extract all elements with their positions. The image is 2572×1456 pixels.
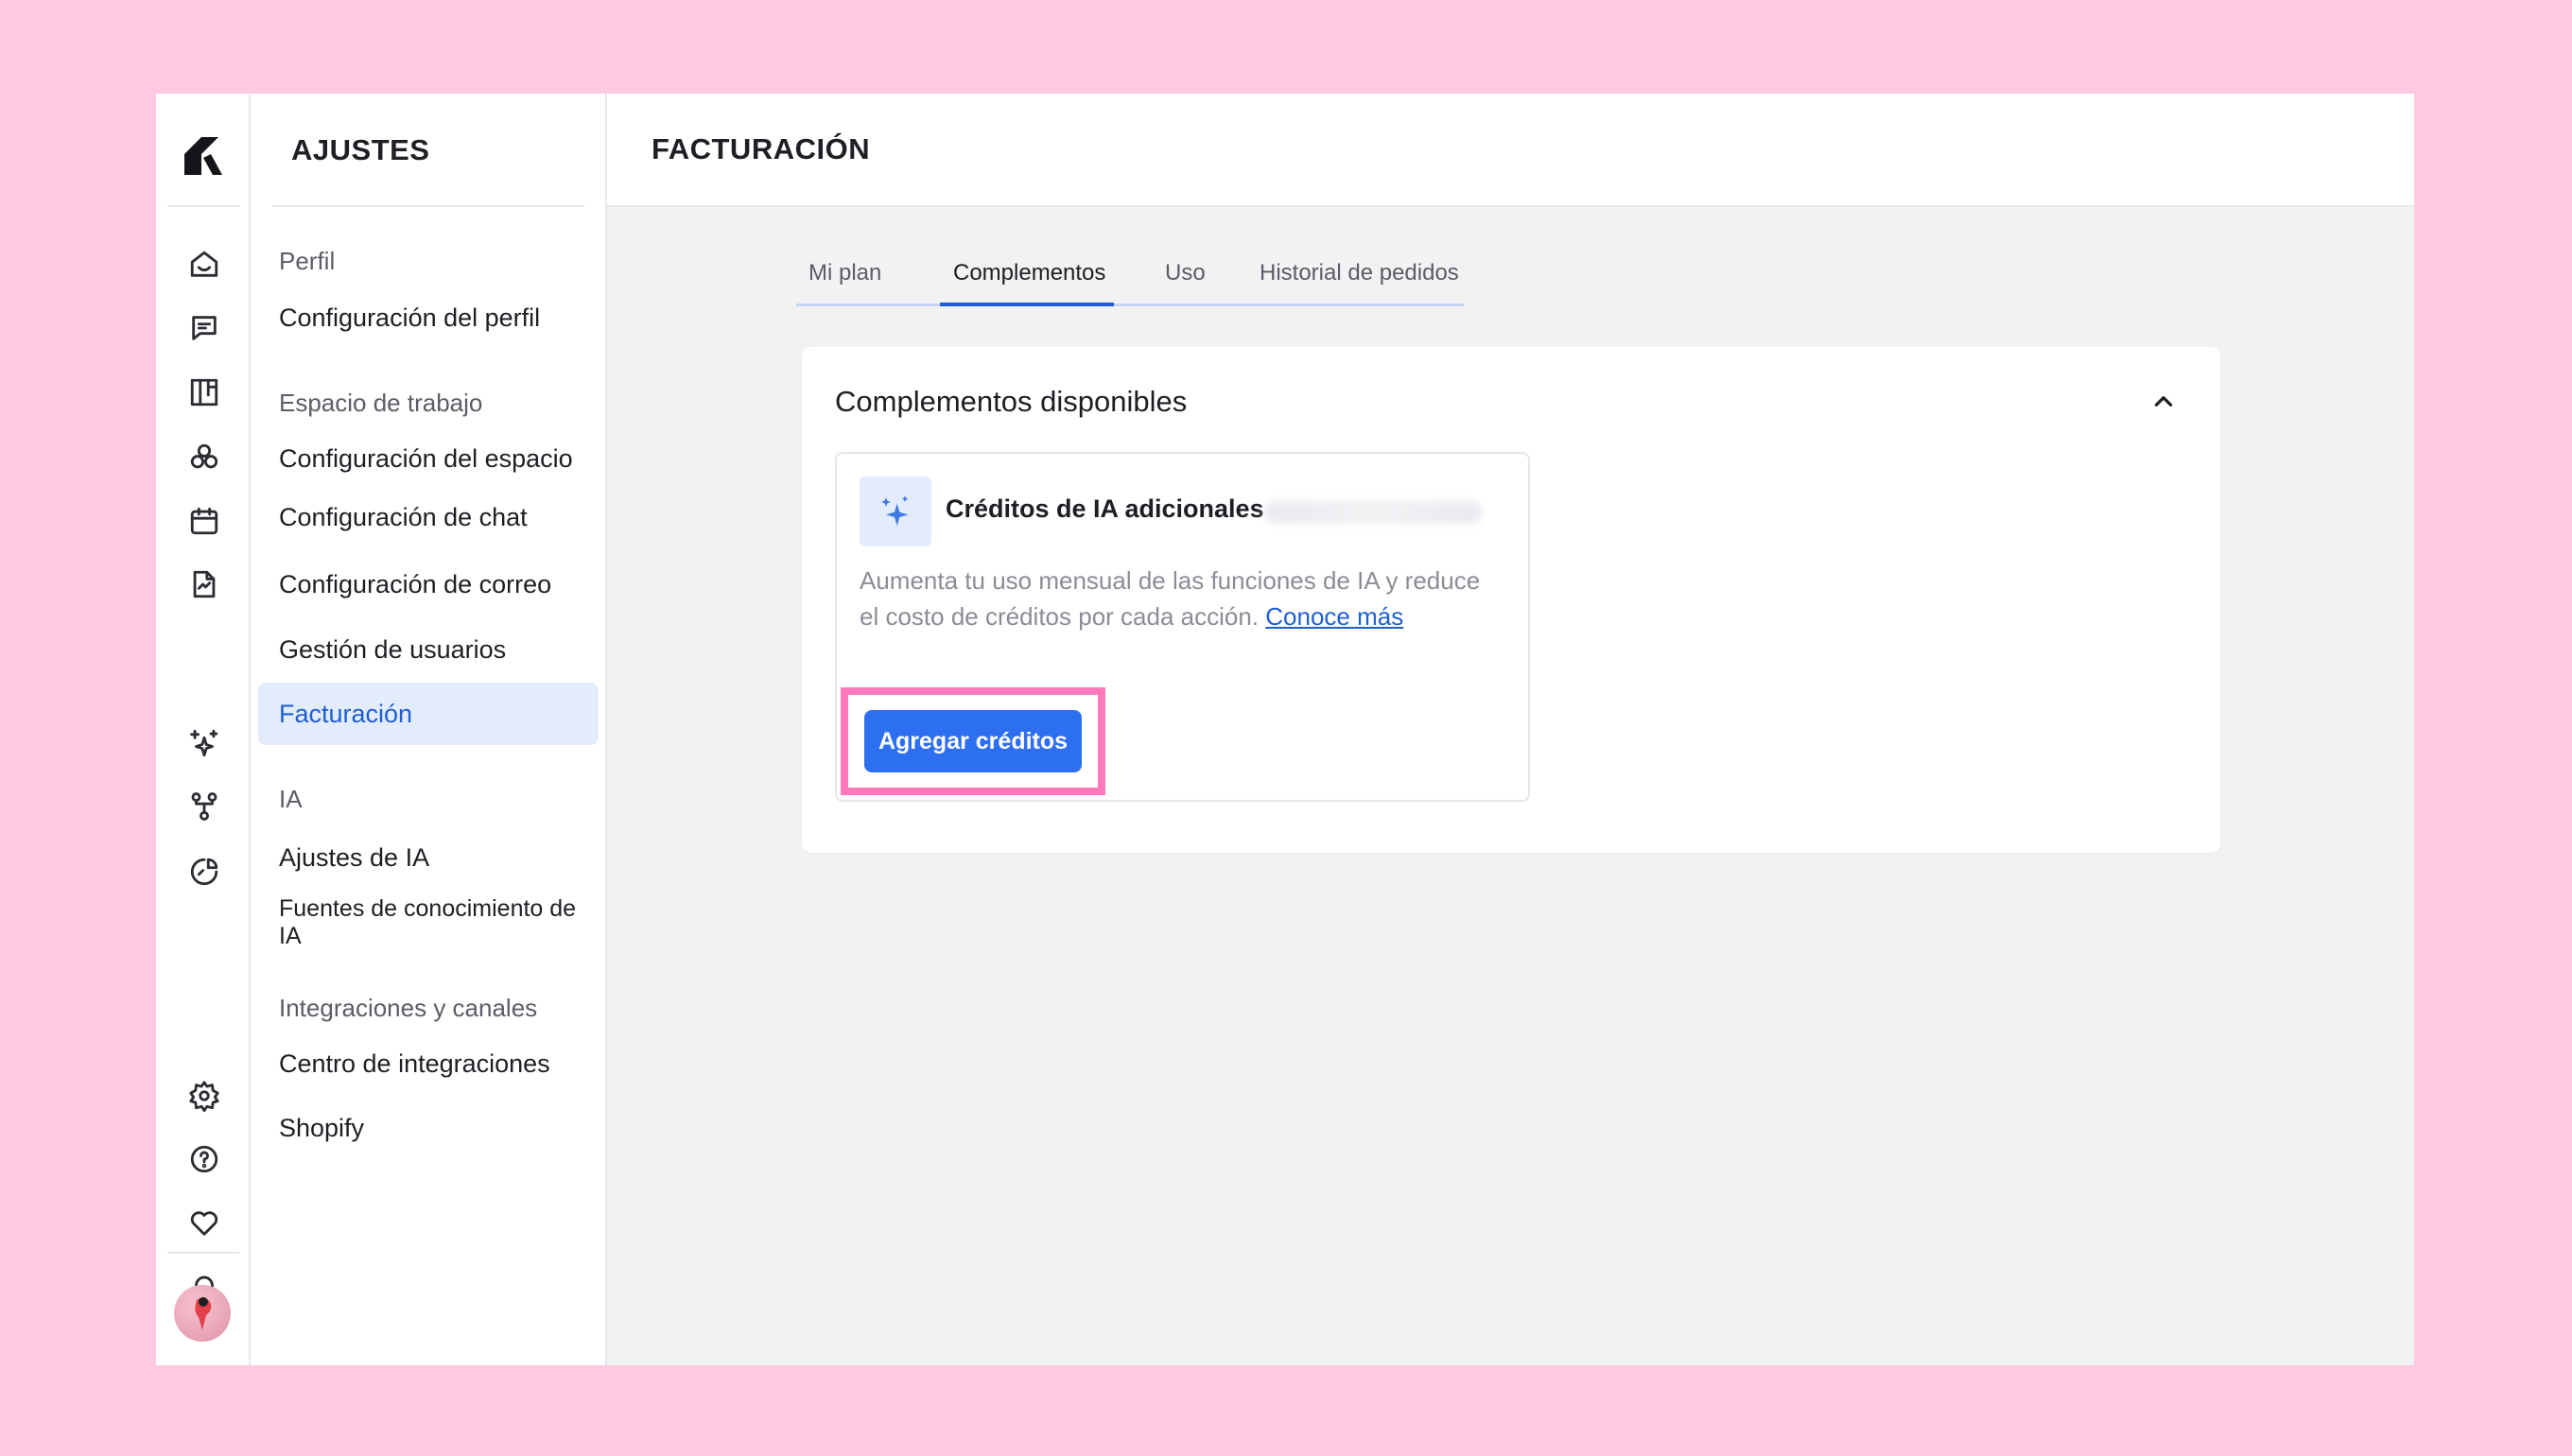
tab-complementos[interactable]: Complementos — [940, 242, 1114, 306]
addon-description: Aumenta tu uso mensual de las funciones … — [860, 566, 1481, 631]
collapse-button[interactable] — [2145, 383, 2182, 421]
chat-icon[interactable] — [187, 311, 221, 345]
tab-mi-plan[interactable]: Mi plan — [796, 242, 940, 303]
addon-title: Créditos de IA adicionales — [946, 494, 1264, 523]
sidebar-item-config-chat[interactable]: Configuración de chat — [258, 486, 599, 548]
rail-divider — [167, 1252, 239, 1254]
billing-tabs: Mi plan Complementos Uso Historial de pe… — [796, 242, 1464, 306]
user-avatar[interactable] — [174, 1285, 231, 1342]
settings-title: AJUSTES — [291, 133, 430, 166]
rail-divider — [167, 205, 239, 207]
chevron-up-icon — [2154, 396, 2173, 407]
settings-divider — [272, 205, 584, 207]
add-credits-button[interactable]: Agregar créditos — [864, 710, 1082, 772]
heart-icon[interactable] — [187, 1206, 221, 1240]
analytics-icon[interactable] — [187, 855, 221, 889]
addons-card: Complementos disponibles Créditos de IA … — [802, 347, 2220, 853]
contacts-icon[interactable] — [187, 441, 221, 475]
sidebar-item-config-perfil[interactable]: Configuración del perfil — [258, 286, 599, 349]
home-icon[interactable] — [187, 248, 221, 282]
document-icon[interactable] — [187, 567, 221, 601]
app-window: AJUSTES Perfil Configuración del perfil … — [156, 94, 2414, 1365]
redacted-price — [1264, 501, 1482, 524]
app-logo-icon[interactable] — [181, 133, 226, 179]
sparkles-icon — [860, 477, 931, 546]
highlight-frame: Agregar créditos — [841, 687, 1105, 795]
calendar-icon[interactable] — [187, 504, 221, 538]
sidebar-item-config-espacio[interactable]: Configuración del espacio — [258, 427, 599, 490]
sidebar-item-shopify[interactable]: Shopify — [258, 1097, 599, 1159]
section-ia: IA — [279, 785, 303, 813]
sidebar-item-config-correo[interactable]: Configuración de correo — [258, 553, 599, 615]
workflow-icon[interactable] — [187, 789, 221, 823]
settings-icon[interactable] — [187, 1079, 221, 1113]
board-icon[interactable] — [187, 375, 221, 409]
sparkles-icon[interactable] — [187, 726, 221, 760]
help-icon[interactable] — [187, 1142, 221, 1176]
section-espacio: Espacio de trabajo — [279, 389, 483, 417]
tab-historial[interactable]: Historial de pedidos — [1256, 242, 1464, 303]
section-perfil: Perfil — [279, 247, 336, 275]
section-integraciones: Integraciones y canales — [279, 994, 538, 1022]
learn-more-link[interactable]: Conoce más — [1265, 602, 1403, 631]
sidebar-item-centro-integraciones[interactable]: Centro de integraciones — [258, 1032, 599, 1095]
sidebar-item-ajustes-ia[interactable]: Ajustes de IA — [258, 826, 599, 889]
sidebar-item-fuentes-ia[interactable]: Fuentes de conocimiento de IA — [258, 892, 599, 954]
settings-sidebar: AJUSTES Perfil Configuración del perfil … — [251, 94, 607, 1365]
main-content: FACTURACIÓN Mi plan Complementos Uso His… — [607, 94, 2414, 1365]
sidebar-item-gestion-usuarios[interactable]: Gestión de usuarios — [258, 618, 599, 681]
addon-item: Créditos de IA adicionales Aumenta tu us… — [835, 452, 1530, 802]
tab-uso[interactable]: Uso — [1114, 242, 1256, 303]
card-title: Complementos disponibles — [835, 385, 1188, 418]
page-title: FACTURACIÓN — [607, 94, 2414, 207]
sidebar-item-facturacion[interactable]: Facturación — [258, 683, 599, 745]
icon-rail — [156, 94, 251, 1365]
